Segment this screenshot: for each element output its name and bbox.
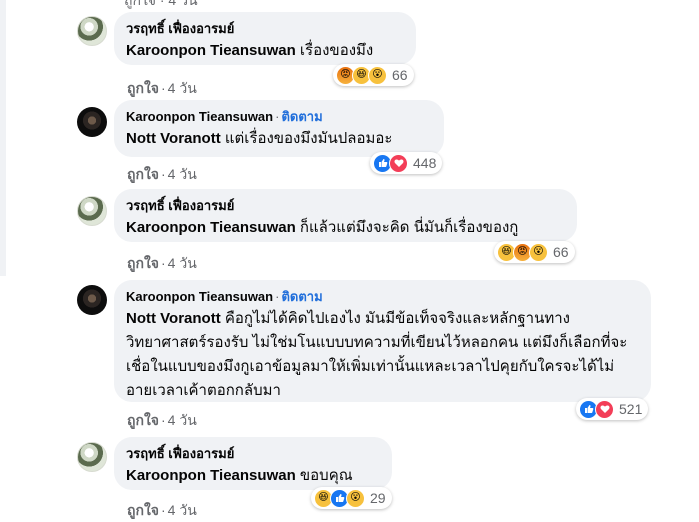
like-action[interactable]: ถูกใจ (127, 502, 159, 518)
left-edge-strip (0, 0, 6, 276)
mention-link[interactable]: Karoonpon Tieansuwan (126, 42, 296, 59)
like-action[interactable]: ถูกใจ (127, 80, 159, 96)
follow-link[interactable]: ติดตาม (281, 289, 322, 304)
timestamp[interactable]: 4 วัน (168, 412, 197, 428)
reactions-summary[interactable]: 521 (576, 398, 649, 420)
reaction-count: 521 (619, 401, 643, 417)
wow-icon: 😮 (529, 242, 548, 262)
comment-meta: ถูกใจ · 4 วัน (127, 502, 197, 518)
timestamp[interactable]: 4 วัน (168, 255, 197, 271)
avatar[interactable] (77, 196, 107, 226)
comment-bubble: วรฤทธิ์ เฟื่องอารมย์ Karoonpon Tieansuwa… (114, 12, 416, 65)
timestamp[interactable]: 4 วัน (168, 502, 197, 518)
comment-meta: ถูกใจ · 4 วัน (127, 166, 197, 182)
comment-author[interactable]: วรฤทธิ์ เฟื่องอารมย์ (126, 20, 404, 37)
like-action[interactable]: ถูกใจ (127, 412, 159, 428)
reactions-summary[interactable]: 😡 😆 😮 66 (333, 64, 414, 86)
avatar[interactable] (77, 107, 107, 137)
avatar[interactable] (77, 442, 107, 472)
comment-bubble: วรฤทธิ์ เฟื่องอารมย์ Karoonpon Tieansuwa… (114, 437, 392, 490)
comment-text: Karoonpon Tieansuwan เรื่องของมึง (126, 42, 374, 59)
like-action[interactable]: ถูกใจ (127, 255, 159, 271)
reactions-summary[interactable]: 😆 😡 😮 66 (494, 241, 575, 263)
comment-meta: ถูกใจ · 4 วัน (127, 80, 197, 96)
comment-author-row: Karoonpon Tieansuwan · ติดตาม (126, 109, 323, 124)
comment-text: Nott Voranott แต่เรื่องของมึงมันปลอมอะ (126, 130, 393, 147)
comment-author[interactable]: วรฤทธิ์ เฟื่องอารมย์ (126, 197, 565, 214)
partial-comment-meta: ถูกใจ · 4 วัน (124, 0, 198, 8)
reaction-count: 29 (370, 490, 386, 506)
reactions-summary[interactable]: 😆 😮 29 (311, 487, 392, 509)
comment-bubble: วรฤทธิ์ เฟื่องอารมย์ Karoonpon Tieansuwa… (114, 189, 577, 242)
timestamp[interactable]: 4 วัน (168, 80, 197, 96)
reaction-count: 66 (553, 244, 569, 260)
comment-text: Karoonpon Tieansuwan ก็แล้วแต่มึงจะคิด น… (126, 219, 519, 236)
wow-icon: 😮 (368, 65, 387, 85)
avatar[interactable] (77, 285, 107, 315)
timestamp[interactable]: 4 วัน (168, 166, 197, 182)
comment-bubble: Karoonpon Tieansuwan · ติดตาม Nott Voranot… (114, 100, 444, 157)
comment-author[interactable]: Karoonpon Tieansuwan (126, 289, 273, 304)
reaction-count: 66 (392, 67, 408, 83)
reactions-summary[interactable]: 448 (370, 152, 443, 174)
comment-meta: ถูกใจ · 4 วัน (127, 412, 197, 428)
wow-icon: 😮 (346, 488, 365, 508)
mention-link[interactable]: Nott Voranott (126, 130, 221, 147)
comment-text: Nott Voranott คือกูไม่ได้คิดไปเองไง มันม… (126, 310, 628, 399)
love-icon (389, 153, 408, 173)
comment-bubble: Karoonpon Tieansuwan · ติดตาม Nott Voranot… (114, 280, 651, 402)
avatar[interactable] (77, 16, 107, 46)
mention-link[interactable]: Nott Voranott (126, 310, 221, 327)
comment-text: Karoonpon Tieansuwan ขอบคุณ (126, 467, 353, 484)
follow-link[interactable]: ติดตาม (281, 109, 322, 124)
like-action[interactable]: ถูกใจ (127, 166, 159, 182)
mention-link[interactable]: Karoonpon Tieansuwan (126, 467, 296, 484)
love-icon (595, 399, 614, 419)
comment-author[interactable]: วรฤทธิ์ เฟื่องอารมย์ (126, 445, 380, 462)
reaction-count: 448 (413, 155, 437, 171)
mention-link[interactable]: Karoonpon Tieansuwan (126, 219, 296, 236)
comment-author[interactable]: Karoonpon Tieansuwan (126, 109, 273, 124)
comment-author-row: Karoonpon Tieansuwan · ติดตาม (126, 289, 323, 304)
comment-meta: ถูกใจ · 4 วัน (127, 255, 197, 271)
